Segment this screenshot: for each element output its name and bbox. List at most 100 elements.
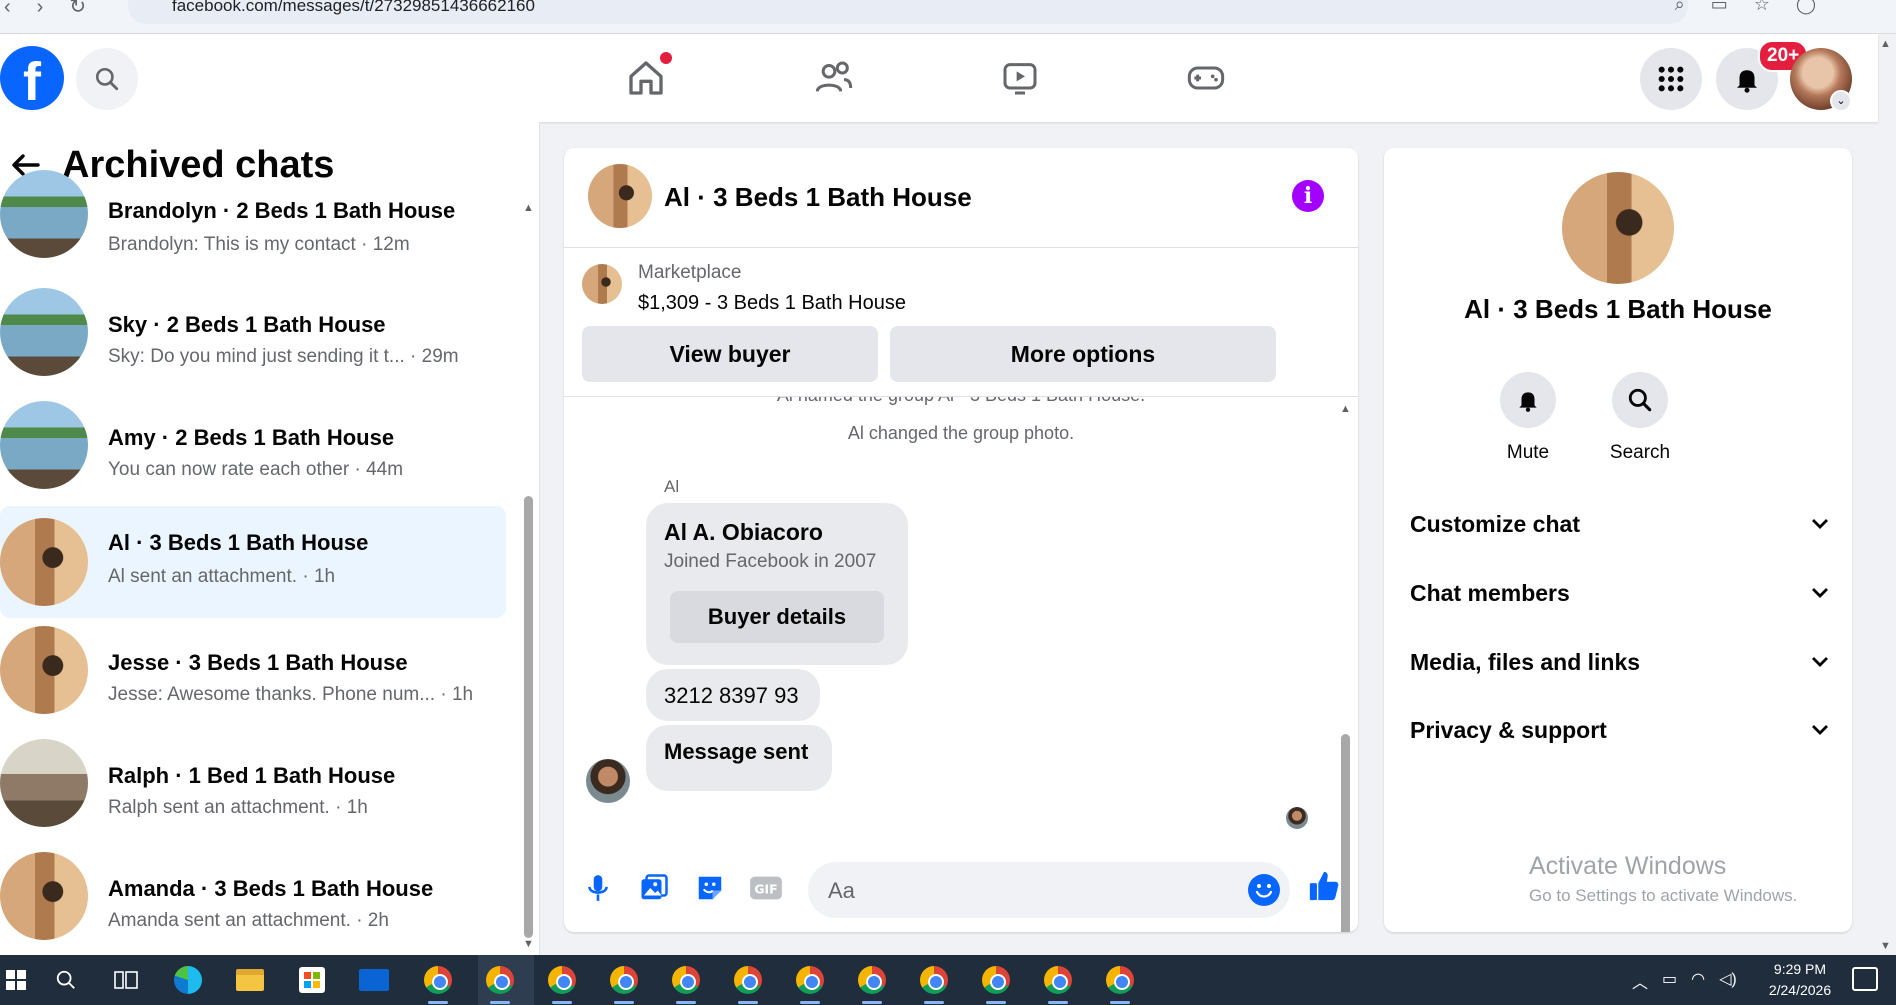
chrome-window-icon[interactable] <box>422 965 454 995</box>
info-icon[interactable]: i <box>1292 180 1324 212</box>
chrome-window-icon[interactable] <box>794 965 826 995</box>
chat-avatar <box>0 288 88 376</box>
sender-name: Al <box>664 477 680 496</box>
scroll-down-arrow-icon[interactable]: ▼ <box>523 938 534 950</box>
customize-chat-row[interactable]: Customize chat <box>1410 504 1830 544</box>
forward-icon[interactable]: › <box>37 0 44 17</box>
page-scroll-up-icon[interactable]: ▲ <box>1880 38 1891 50</box>
message-composer: GIF Aa <box>564 848 1358 932</box>
friends-tab[interactable] <box>806 52 862 104</box>
chevron-up-icon[interactable]: ︿ <box>1632 969 1648 993</box>
message-thread: Al named the group Al · 3 Beds 1 Bath Ho… <box>564 396 1358 836</box>
menu-button[interactable] <box>1640 48 1702 110</box>
volume-icon[interactable]: ◁) <box>1719 969 1737 993</box>
home-tab[interactable] <box>618 52 674 104</box>
chat-list-scrollbar[interactable] <box>524 496 533 938</box>
message-input[interactable]: Aa <box>808 862 1290 918</box>
reload-icon[interactable]: ↻ <box>69 0 86 17</box>
search-in-chat-button[interactable]: Search <box>1590 372 1690 464</box>
voice-clip-button[interactable] <box>578 868 618 908</box>
read-receipt-avatar <box>1286 807 1308 829</box>
chat-list-item-active[interactable]: Al · 3 Beds 1 Bath House Al sent an atta… <box>0 506 506 618</box>
running-indicator <box>614 1001 634 1004</box>
scroll-up-arrow-icon[interactable]: ▲ <box>1340 403 1351 415</box>
account-chevron-icon[interactable]: ⌄ <box>1830 90 1852 112</box>
chrome-window-icon[interactable] <box>1104 965 1136 995</box>
info-avatar[interactable] <box>1562 172 1674 284</box>
watch-tab[interactable] <box>992 52 1048 104</box>
chrome-window-icon[interactable] <box>856 965 888 995</box>
like-button[interactable] <box>1304 866 1344 906</box>
view-buyer-button[interactable]: View buyer <box>582 326 878 382</box>
chat-list-item[interactable]: Jesse · 3 Beds 1 Bath House Jesse: Aweso… <box>0 612 506 724</box>
cast-icon[interactable]: ▭ <box>1711 0 1728 15</box>
chrome-window-icon[interactable] <box>980 965 1012 995</box>
taskbar-clock[interactable]: 9:29 PM 2/24/2026 <box>1760 959 1840 1001</box>
listing-price-title: $1,309 - 3 Beds 1 Bath House <box>638 292 906 314</box>
profile-card-joined: Joined Facebook in 2007 <box>664 551 877 572</box>
mute-button[interactable]: Mute <box>1478 372 1578 464</box>
file-explorer-icon[interactable] <box>234 965 266 995</box>
privacy-support-row[interactable]: Privacy & support <box>1410 710 1830 750</box>
chrome-window-icon[interactable] <box>1042 965 1074 995</box>
battery-icon[interactable]: ▭ <box>1662 969 1677 993</box>
taskbar-search-icon[interactable] <box>50 965 82 995</box>
chat-list-item[interactable]: Sky · 2 Beds 1 Bath House Sky: Do you mi… <box>0 274 506 386</box>
media-files-links-row[interactable]: Media, files and links <box>1410 642 1830 682</box>
task-view-icon[interactable] <box>110 965 142 995</box>
running-indicator <box>1048 1001 1068 1004</box>
home-icon <box>629 61 663 95</box>
action-center-icon[interactable] <box>1852 967 1878 991</box>
chat-avatar <box>0 626 88 714</box>
account-icon[interactable]: ◯ <box>1796 0 1816 15</box>
mail-icon[interactable] <box>358 965 390 995</box>
microsoft-store-icon[interactable] <box>296 965 328 995</box>
bookmark-star-icon[interactable]: ☆ <box>1754 0 1770 15</box>
chat-name: Al · 3 Beds 1 Bath House <box>108 530 369 555</box>
clock-date: 2/24/2026 <box>1768 982 1832 998</box>
gif-button[interactable]: GIF <box>746 868 786 908</box>
gaming-tab[interactable] <box>1178 52 1234 104</box>
search-button[interactable] <box>76 48 138 110</box>
message-text: Message sent <box>664 739 809 764</box>
chat-preview: Brandolyn: This is my contact · 12m <box>108 234 410 255</box>
conversation-panel: Al · 3 Beds 1 Bath House i Marketplace $… <box>564 148 1358 932</box>
chrome-window-icon[interactable] <box>608 965 640 995</box>
sticker-button[interactable] <box>690 868 730 908</box>
scroll-up-arrow-icon[interactable]: ▲ <box>523 202 534 214</box>
emoji-icon[interactable] <box>1248 874 1280 906</box>
chat-members-row[interactable]: Chat members <box>1410 573 1830 613</box>
activate-windows-title: Activate Windows <box>1529 852 1727 880</box>
attach-media-button[interactable] <box>634 868 674 908</box>
more-options-button[interactable]: More options <box>890 326 1276 382</box>
zoom-icon[interactable]: ⌕ <box>1675 0 1685 15</box>
chat-list-item[interactable]: Ralph · 1 Bed 1 Bath House Ralph sent an… <box>0 725 506 837</box>
chrome-window-icon[interactable] <box>918 965 950 995</box>
chrome-window-icon[interactable] <box>670 965 702 995</box>
page-scroll-down-icon[interactable]: ▼ <box>1880 940 1891 952</box>
chrome-window-icon[interactable] <box>484 965 516 995</box>
url-text[interactable]: facebook.com/messages/t/2732985143666216… <box>172 0 535 16</box>
chat-list-item[interactable]: Brandolyn · 2 Beds 1 Bath House Brandoly… <box>0 162 506 274</box>
windows-start-icon[interactable] <box>0 965 32 995</box>
chat-list-item[interactable]: Amanda · 3 Beds 1 Bath House Amanda sent… <box>0 838 506 950</box>
chrome-window-icon[interactable] <box>732 965 764 995</box>
conversation-avatar[interactable] <box>588 164 652 228</box>
message-placeholder: Aa <box>828 878 855 903</box>
profile-card-bubble: Al A. Obiacoro Joined Facebook in 2007 B… <box>646 503 908 665</box>
edge-browser-icon[interactable] <box>172 965 204 995</box>
sticker-icon <box>698 876 722 900</box>
facebook-logo-icon[interactable]: f <box>0 46 64 112</box>
mute-circle[interactable] <box>1500 372 1556 428</box>
conversation-title[interactable]: Al · 3 Beds 1 Bath House <box>664 182 972 213</box>
chrome-window-icon[interactable] <box>546 965 578 995</box>
sender-avatar[interactable] <box>586 759 630 803</box>
back-icon[interactable]: ‹ <box>4 0 11 17</box>
wifi-icon[interactable]: ◠ <box>1691 969 1705 993</box>
mute-label: Mute <box>1506 442 1550 463</box>
activate-windows-subtitle: Go to Settings to activate Windows. <box>1529 886 1798 905</box>
chat-list-item[interactable]: Amy · 2 Beds 1 Bath House You can now ra… <box>0 387 506 499</box>
buyer-details-button[interactable]: Buyer details <box>670 591 884 643</box>
search-circle[interactable] <box>1612 372 1668 428</box>
chat-name: Sky · 2 Beds 1 Bath House <box>108 312 386 337</box>
